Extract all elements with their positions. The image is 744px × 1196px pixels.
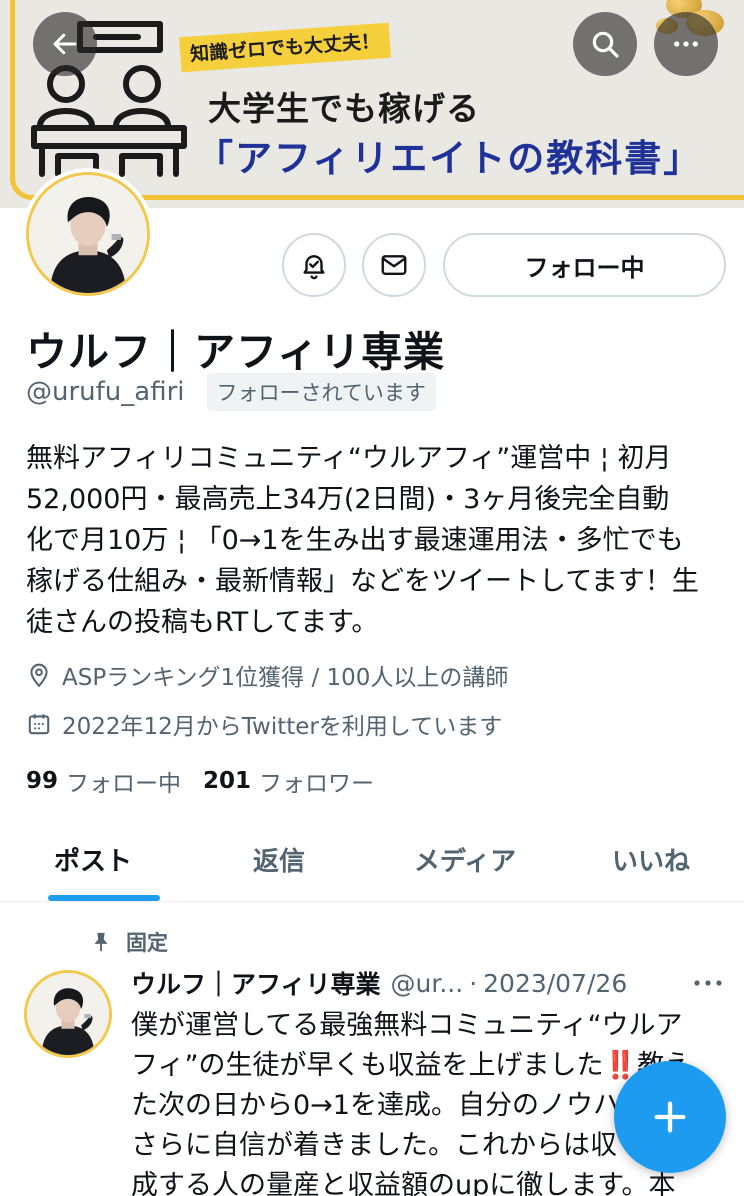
more-button[interactable] <box>654 12 718 76</box>
profile-name: ウルフ｜アフィリ専業 <box>26 328 446 376</box>
back-button[interactable] <box>33 12 97 76</box>
following-button[interactable]: フォロー中 <box>443 233 726 297</box>
more-horizontal-icon <box>674 41 698 47</box>
post-header: ウルフ｜アフィリ専業 @ur... · 2023/07/26 <box>131 962 731 1004</box>
banner-headline: 大学生でも稼げる <box>208 89 480 128</box>
message-button[interactable] <box>362 233 426 297</box>
followers-count[interactable]: 201 <box>203 768 251 794</box>
post-author-name[interactable]: ウルフ｜アフィリ専業 <box>131 965 381 1001</box>
more-horizontal-icon <box>694 980 722 986</box>
search-button[interactable] <box>573 12 637 76</box>
bell-check-icon <box>303 255 325 280</box>
post-text-line2: フィ”の生徒が早くも収益を上げました <box>131 1050 604 1081</box>
follows-you-badge: フォローされています <box>206 373 436 411</box>
tab-posts[interactable]: ポスト <box>0 818 186 901</box>
avatar-portrait <box>29 175 147 293</box>
location-row: ASPランキング1位獲得 / 100人以上の講師 <box>26 658 508 692</box>
location-pin-icon <box>30 663 48 688</box>
profile-tabs: ポスト 返信 メディア いいね <box>0 818 744 902</box>
post-separator: · <box>469 968 478 998</box>
profile-bio: 無料アフィリコミュニティ“ウルアフィ”運営中 ¦ 初月 52,000円・最高売上… <box>26 443 699 638</box>
banner-title: 「アフィリエイトの教科書」 <box>196 137 703 180</box>
joined-text: 2022年12月からTwitterを利用しています <box>62 714 503 740</box>
post-text-line1: 僕が運営してる最強無料コミュニティ“ウルア <box>131 1010 683 1041</box>
pinned-label-row: 固定 <box>90 926 168 958</box>
post-text-rest: た次の日から0→1を達成。自分のノウハ さらに自信が着きました。これからは収 成… <box>131 1090 676 1196</box>
arrow-left-icon <box>53 33 77 55</box>
followers-label[interactable]: フォロワー <box>259 764 374 798</box>
post-date[interactable]: 2023/07/26 <box>483 969 627 998</box>
compose-button[interactable] <box>614 1061 726 1173</box>
following-count[interactable]: 99 <box>26 768 58 794</box>
search-icon <box>592 31 619 58</box>
active-tab-indicator <box>48 895 160 901</box>
post-author-avatar[interactable] <box>22 968 114 1060</box>
tab-media[interactable]: メディア <box>372 818 558 901</box>
tab-replies[interactable]: 返信 <box>186 818 372 901</box>
follow-counts: 99 フォロー中 201 フォロワー <box>26 764 396 798</box>
avatar-portrait <box>27 973 109 1055</box>
handle-row: @urufu_afiri フォローされています <box>26 373 436 411</box>
plus-icon <box>654 1101 686 1133</box>
location-text: ASPランキング1位獲得 / 100人以上の講師 <box>62 665 509 691</box>
calendar-icon <box>28 714 50 735</box>
following-label[interactable]: フォロー中 <box>66 764 181 798</box>
pin-icon <box>94 932 108 952</box>
notify-button[interactable] <box>282 233 346 297</box>
pinned-label: 固定 <box>126 931 168 955</box>
post-author-handle[interactable]: @ur... <box>391 969 464 998</box>
post-more-button[interactable] <box>692 968 724 998</box>
joined-row: 2022年12月からTwitterを利用しています <box>26 707 502 741</box>
envelope-icon <box>381 255 407 275</box>
profile-avatar[interactable] <box>22 168 154 300</box>
tab-likes[interactable]: いいね <box>558 818 744 901</box>
profile-handle: @urufu_afiri <box>26 377 185 407</box>
